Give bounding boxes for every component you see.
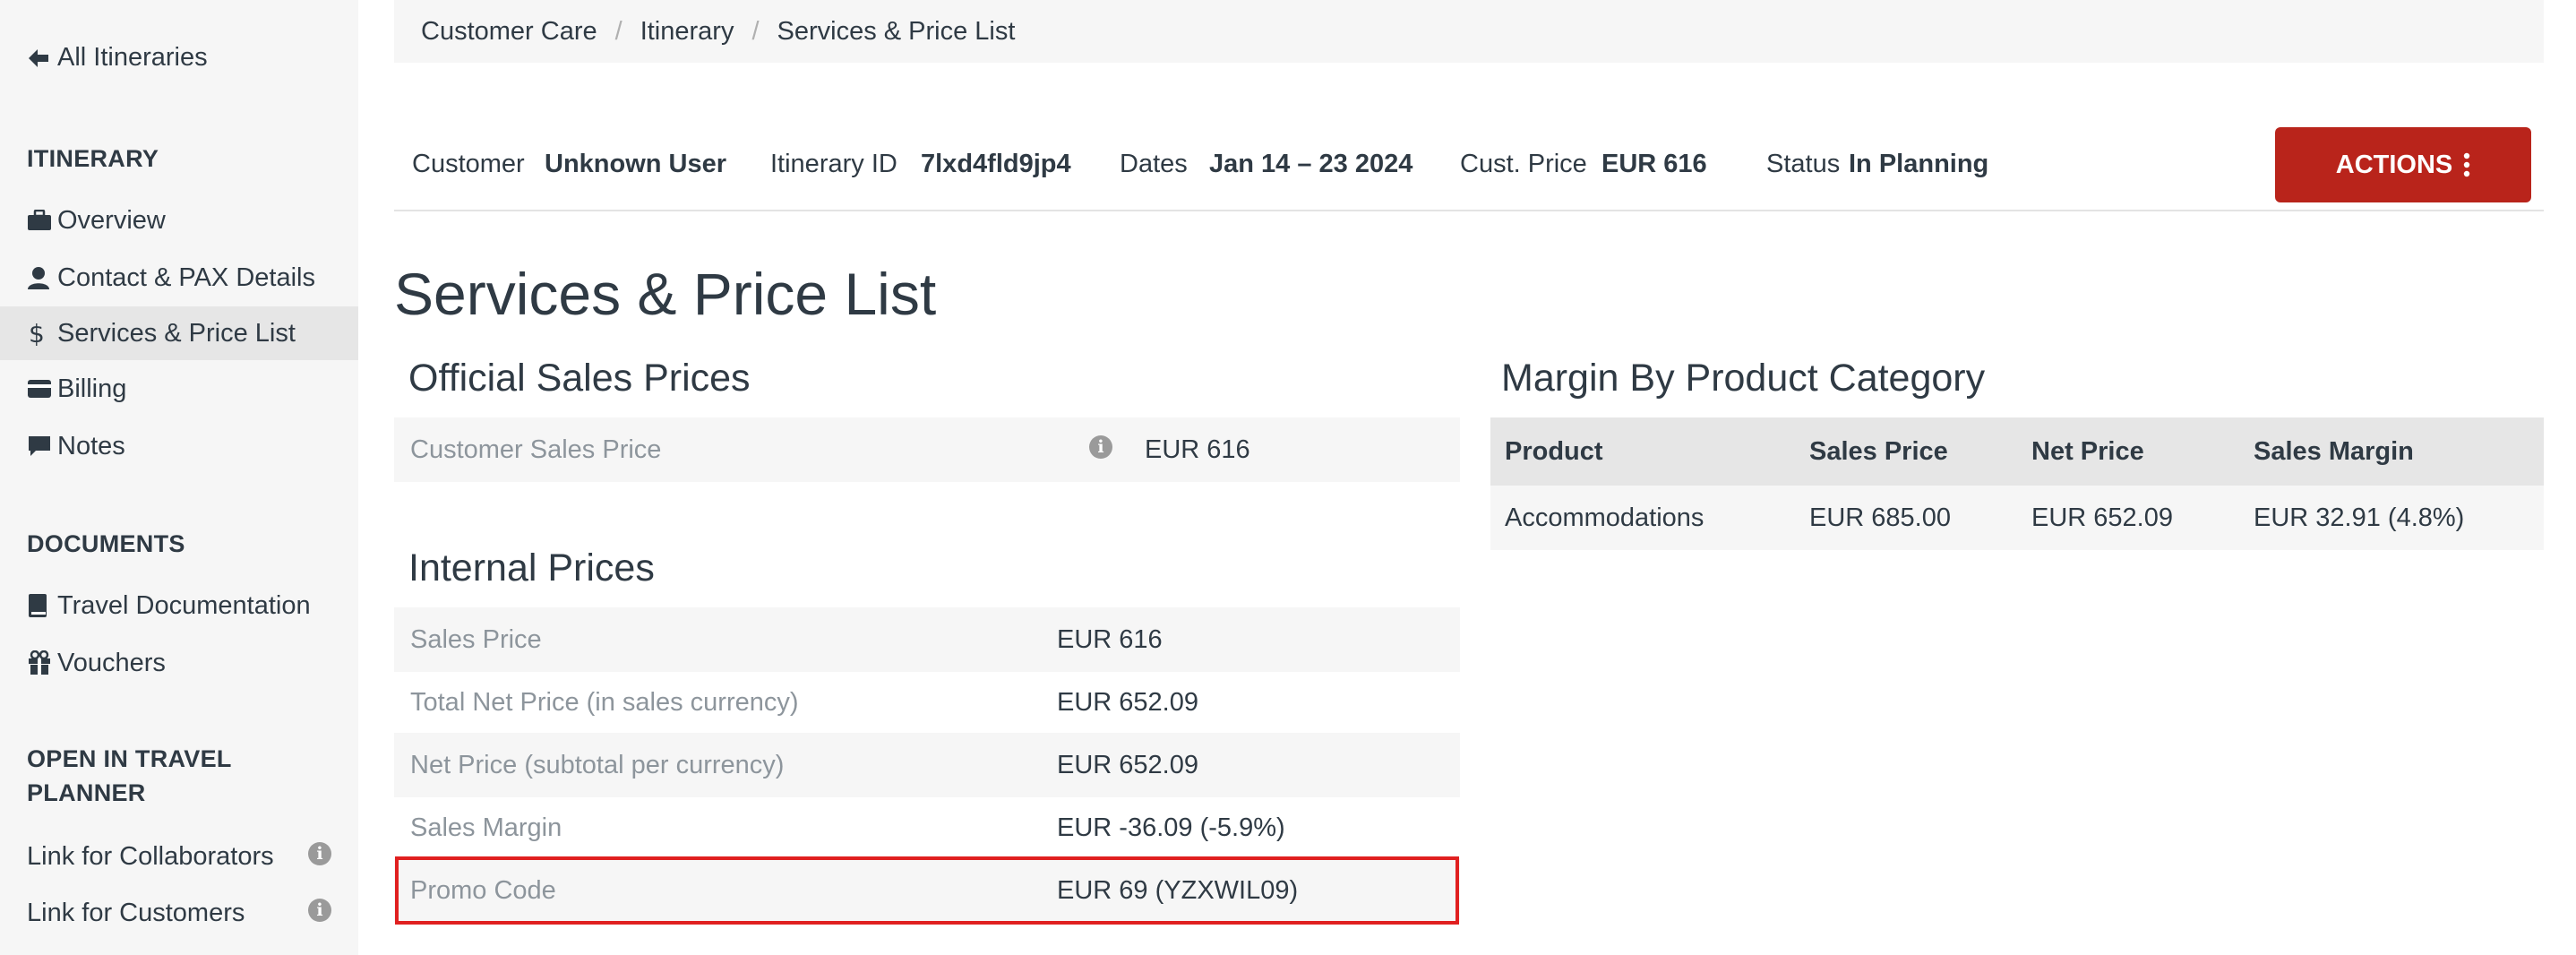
customer-sales-price-value: EUR 616 bbox=[1145, 435, 1250, 464]
briefcase-icon bbox=[27, 210, 57, 231]
sidebar-item-services[interactable]: $ Services & Price List bbox=[0, 306, 358, 360]
book-icon bbox=[27, 593, 57, 618]
sidebar-item-travel-documentation[interactable]: Travel Documentation bbox=[0, 579, 358, 632]
dollar-icon: $ bbox=[27, 320, 57, 347]
sidebar-item-vouchers[interactable]: Vouchers bbox=[0, 636, 358, 690]
itinerary-summary-bar: Customer Unknown User Itinerary ID 7lxd4… bbox=[394, 125, 2544, 211]
customer-sales-price-label: Customer Sales Price bbox=[410, 435, 662, 464]
sidebar-item-notes[interactable]: Notes bbox=[0, 419, 358, 473]
info-icon[interactable]: i bbox=[1089, 435, 1112, 459]
breadcrumb: Customer Care / Itinerary / Services & P… bbox=[394, 0, 2544, 63]
link-for-collaborators[interactable]: Link for Collaborators bbox=[27, 842, 274, 872]
column-header-product: Product bbox=[1505, 437, 1603, 466]
itinerary-id-label: Itinerary ID bbox=[770, 150, 897, 178]
breadcrumb-item-current: Services & Price List bbox=[777, 16, 1016, 46]
breadcrumb-item-customer-care[interactable]: Customer Care bbox=[421, 17, 597, 47]
svg-text:$: $ bbox=[29, 320, 45, 347]
sales-margin-cell: EUR 32.91 (4.8%) bbox=[2254, 503, 2465, 532]
net-price-cell: EUR 652.09 bbox=[2031, 503, 2173, 532]
product-cell: Accommodations bbox=[1505, 503, 1704, 532]
gift-icon bbox=[27, 650, 57, 675]
kebab-menu-icon bbox=[2464, 152, 2470, 177]
table-row: Accommodations EUR 685.00 EUR 652.09 EUR… bbox=[1490, 486, 2544, 550]
total-net-price-value: EUR 652.09 bbox=[1057, 688, 1198, 717]
net-price-value: EUR 652.09 bbox=[1057, 751, 1198, 779]
open-in-travel-planner-heading: OPEN IN TRAVEL PLANNER bbox=[27, 742, 232, 810]
sales-margin-label: Sales Margin bbox=[410, 813, 562, 842]
internal-price-row: Total Net Price (in sales currency) EUR … bbox=[394, 670, 1460, 735]
cust-price-value: EUR 616 bbox=[1601, 150, 1707, 178]
official-sales-prices-title: Official Sales Prices bbox=[408, 357, 751, 400]
actions-label: ACTIONS bbox=[2335, 150, 2453, 179]
sidebar-item-label: Travel Documentation bbox=[57, 590, 311, 620]
sidebar-item-billing[interactable]: Billing bbox=[0, 362, 358, 416]
margin-table-header: Product Sales Price Net Price Sales Marg… bbox=[1490, 417, 2544, 486]
sales-price-cell: EUR 685.00 bbox=[1809, 503, 1951, 532]
sidebar-item-label: Notes bbox=[57, 431, 125, 460]
breadcrumb-separator: / bbox=[751, 16, 760, 46]
status-value: In Planning bbox=[1849, 150, 1989, 178]
net-price-label: Net Price (subtotal per currency) bbox=[410, 751, 785, 779]
customer-label: Customer bbox=[412, 150, 525, 178]
breadcrumb-item-itinerary[interactable]: Itinerary bbox=[640, 17, 734, 47]
dates-label: Dates bbox=[1120, 150, 1188, 178]
documents-heading: DOCUMENTS bbox=[27, 530, 185, 557]
info-icon[interactable]: i bbox=[308, 842, 331, 865]
sidebar-item-label: Vouchers bbox=[57, 648, 166, 677]
all-itineraries-link[interactable]: All Itineraries bbox=[27, 43, 208, 73]
internal-price-row: Sales Price EUR 616 bbox=[394, 607, 1460, 672]
column-header-sales-margin: Sales Margin bbox=[2254, 437, 2414, 466]
internal-price-row: Sales Margin EUR -36.09 (-5.9%) bbox=[394, 796, 1460, 860]
sidebar: All Itineraries ITINERARY Overview Conta… bbox=[0, 0, 358, 955]
cust-price-label: Cust. Price bbox=[1460, 150, 1587, 178]
planner-heading-line-2: PLANNER bbox=[27, 779, 146, 806]
column-header-net-price: Net Price bbox=[2031, 437, 2144, 466]
sidebar-item-label: Overview bbox=[57, 205, 166, 235]
comment-icon bbox=[27, 434, 57, 458]
planner-heading-line-1: OPEN IN TRAVEL bbox=[27, 745, 232, 772]
margin-by-category-title: Margin By Product Category bbox=[1501, 357, 1986, 400]
column-header-sales-price: Sales Price bbox=[1809, 437, 1948, 466]
breadcrumb-separator: / bbox=[614, 16, 623, 46]
sidebar-item-overview[interactable]: Overview bbox=[0, 194, 358, 247]
all-itineraries-label: All Itineraries bbox=[57, 43, 208, 72]
page-title: Services & Price List bbox=[394, 261, 937, 327]
sales-margin-value: EUR -36.09 (-5.9%) bbox=[1057, 813, 1285, 842]
arrow-left-icon bbox=[29, 48, 48, 67]
info-icon[interactable]: i bbox=[308, 899, 331, 922]
sales-price-value: EUR 616 bbox=[1057, 625, 1163, 654]
status-label: Status bbox=[1766, 150, 1841, 178]
dates-value: Jan 14 – 23 2024 bbox=[1209, 150, 1413, 178]
sales-price-label: Sales Price bbox=[410, 625, 542, 654]
actions-button[interactable]: ACTIONS bbox=[2275, 127, 2531, 202]
customer-value: Unknown User bbox=[545, 150, 727, 178]
sidebar-item-label: Services & Price List bbox=[57, 318, 296, 348]
sidebar-item-label: Contact & PAX Details bbox=[57, 262, 315, 292]
customer-sales-price-row: Customer Sales Price i EUR 616 bbox=[394, 417, 1460, 482]
promo-code-highlight bbox=[395, 856, 1459, 925]
sidebar-item-contact[interactable]: Contact & PAX Details bbox=[0, 251, 358, 305]
user-icon bbox=[27, 266, 57, 289]
credit-card-icon bbox=[27, 379, 57, 399]
itinerary-heading: ITINERARY bbox=[27, 145, 159, 172]
total-net-price-label: Total Net Price (in sales currency) bbox=[410, 688, 799, 717]
internal-price-row: Net Price (subtotal per currency) EUR 65… bbox=[394, 733, 1460, 797]
link-for-customers[interactable]: Link for Customers bbox=[27, 899, 245, 928]
internal-prices-title: Internal Prices bbox=[408, 546, 655, 589]
itinerary-id-value: 7lxd4fld9jp4 bbox=[921, 150, 1071, 178]
sidebar-item-label: Billing bbox=[57, 374, 127, 403]
